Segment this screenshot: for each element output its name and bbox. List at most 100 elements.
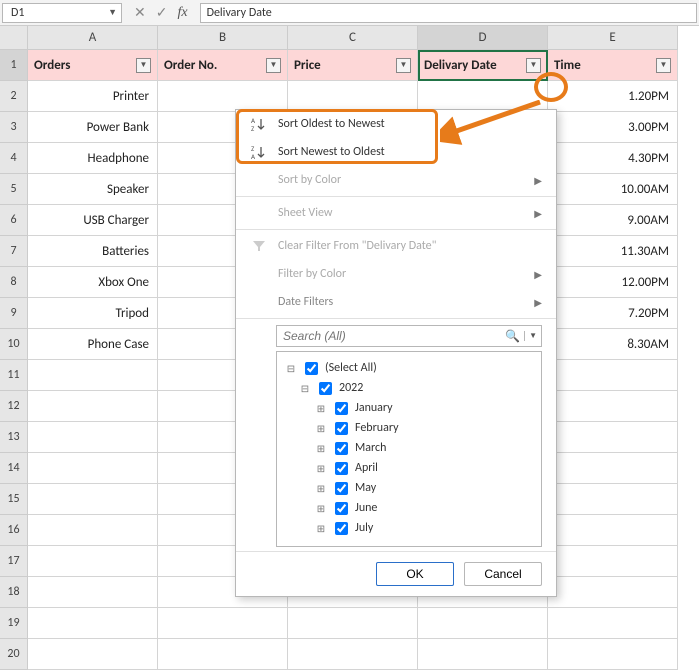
cell[interactable] — [548, 639, 678, 670]
cell[interactable]: Order No.▼ — [158, 50, 288, 81]
cell[interactable] — [418, 639, 548, 670]
cell[interactable]: 11.30AM — [548, 236, 678, 267]
tree-month[interactable]: ⊞July — [285, 518, 533, 538]
cell[interactable] — [28, 608, 158, 639]
cell[interactable] — [548, 422, 678, 453]
tree-month[interactable]: ⊞March — [285, 438, 533, 458]
date-filters[interactable]: Date Filters ▶ — [236, 288, 556, 316]
search-icon[interactable]: 🔍 — [501, 329, 524, 344]
chevron-down-icon[interactable]: ▼ — [108, 7, 117, 18]
ok-button[interactable]: OK — [376, 562, 454, 586]
row-header[interactable]: 7 — [0, 236, 28, 267]
col-header-E[interactable]: E — [548, 26, 678, 50]
expand-icon[interactable]: ⊞ — [315, 462, 327, 475]
expand-icon[interactable]: ⊞ — [315, 402, 327, 415]
cell[interactable]: Price▼ — [288, 50, 418, 81]
col-header-C[interactable]: C — [288, 26, 418, 50]
cell[interactable] — [158, 81, 288, 112]
tree-month[interactable]: ⊞June — [285, 498, 533, 518]
cell[interactable] — [28, 546, 158, 577]
row-header[interactable]: 14 — [0, 453, 28, 484]
sort-by-color[interactable]: Sort by Color ▶ — [236, 166, 556, 194]
filter-button[interactable]: ▼ — [526, 58, 541, 73]
filter-button[interactable]: ▼ — [266, 58, 281, 73]
cell[interactable] — [548, 577, 678, 608]
row-header[interactable]: 6 — [0, 205, 28, 236]
row-header[interactable]: 9 — [0, 298, 28, 329]
row-header[interactable]: 16 — [0, 515, 28, 546]
expand-icon[interactable]: ⊞ — [315, 442, 327, 455]
tree-month[interactable]: ⊞May — [285, 478, 533, 498]
row-header[interactable]: 13 — [0, 422, 28, 453]
cell[interactable] — [288, 639, 418, 670]
cell[interactable] — [548, 391, 678, 422]
row-header[interactable]: 15 — [0, 484, 28, 515]
cell[interactable]: Power Bank — [28, 112, 158, 143]
cell[interactable]: Phone Case — [28, 329, 158, 360]
cell[interactable] — [288, 608, 418, 639]
checkbox[interactable] — [335, 402, 348, 415]
cell[interactable] — [288, 81, 418, 112]
cell[interactable] — [28, 515, 158, 546]
tree-year[interactable]: ⊟ 2022 — [285, 378, 533, 398]
row-header[interactable]: 17 — [0, 546, 28, 577]
cell[interactable] — [548, 360, 678, 391]
cell[interactable] — [548, 453, 678, 484]
sort-oldest-newest[interactable]: AZ Sort Oldest to Newest — [236, 110, 556, 138]
cell[interactable] — [158, 608, 288, 639]
cell[interactable] — [548, 546, 678, 577]
cell[interactable] — [28, 453, 158, 484]
row-header[interactable]: 19 — [0, 608, 28, 639]
cell[interactable] — [28, 577, 158, 608]
cell[interactable]: Delivary Date▼ — [418, 50, 548, 81]
collapse-icon[interactable]: ⊟ — [285, 362, 297, 375]
col-header-D[interactable]: D — [418, 26, 548, 50]
row-header[interactable]: 2 — [0, 81, 28, 112]
cell[interactable] — [548, 484, 678, 515]
row-header[interactable]: 8 — [0, 267, 28, 298]
checkbox[interactable] — [319, 382, 332, 395]
cell[interactable]: 10.00AM — [548, 174, 678, 205]
cell[interactable]: 4.30PM — [548, 143, 678, 174]
filter-tree[interactable]: ⊟ (Select All) ⊟ 2022 ⊞January⊞February⊞… — [276, 351, 542, 547]
cell[interactable]: 1.20PM — [548, 81, 678, 112]
row-header[interactable]: 10 — [0, 329, 28, 360]
row-header[interactable]: 5 — [0, 174, 28, 205]
cell[interactable]: Tripod — [28, 298, 158, 329]
row-header[interactable]: 20 — [0, 639, 28, 670]
cell[interactable]: Orders▼ — [28, 50, 158, 81]
chevron-down-icon[interactable]: ▼ — [524, 331, 541, 341]
checkbox[interactable] — [335, 422, 348, 435]
cell[interactable] — [28, 360, 158, 391]
cell[interactable] — [548, 515, 678, 546]
checkbox[interactable] — [335, 502, 348, 515]
row-header[interactable]: 3 — [0, 112, 28, 143]
cell[interactable] — [28, 639, 158, 670]
name-box[interactable]: D1 ▼ — [2, 3, 122, 23]
expand-icon[interactable]: ⊞ — [315, 422, 327, 435]
cell[interactable]: 7.20PM — [548, 298, 678, 329]
row-header[interactable]: 18 — [0, 577, 28, 608]
tree-month[interactable]: ⊞February — [285, 418, 533, 438]
collapse-icon[interactable]: ⊟ — [299, 382, 311, 395]
cell[interactable]: Batteries — [28, 236, 158, 267]
col-header-B[interactable]: B — [158, 26, 288, 50]
cell[interactable]: Speaker — [28, 174, 158, 205]
filter-button[interactable]: ▼ — [136, 58, 151, 73]
expand-icon[interactable]: ⊞ — [315, 502, 327, 515]
tree-month[interactable]: ⊞April — [285, 458, 533, 478]
cell[interactable]: 12.00PM — [548, 267, 678, 298]
cell[interactable]: Printer — [28, 81, 158, 112]
cell[interactable] — [28, 391, 158, 422]
filter-button[interactable]: ▼ — [396, 58, 411, 73]
row-header[interactable]: 1 — [0, 50, 28, 81]
checkbox[interactable] — [305, 362, 318, 375]
cell[interactable] — [548, 608, 678, 639]
tree-select-all[interactable]: ⊟ (Select All) — [285, 358, 533, 378]
checkbox[interactable] — [335, 462, 348, 475]
cell[interactable] — [418, 608, 548, 639]
cell[interactable] — [158, 639, 288, 670]
fx-icon[interactable]: fx — [177, 5, 187, 21]
cell[interactable]: Xbox One — [28, 267, 158, 298]
cancel-button[interactable]: Cancel — [464, 562, 542, 586]
